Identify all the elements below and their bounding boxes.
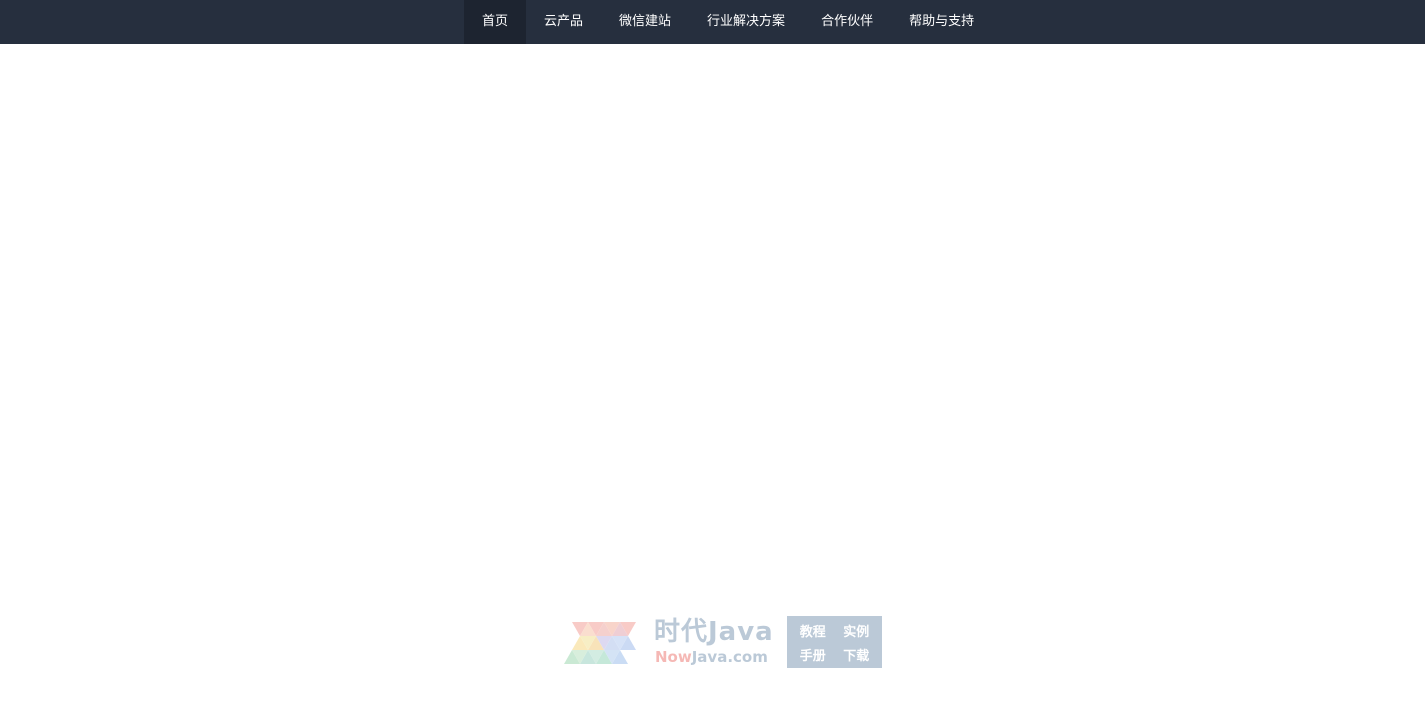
triangle-logo-icon [564,622,636,664]
nav-item-home[interactable]: 首页 [464,0,527,44]
top-navigation-bar: 首页 云产品 微信建站 行业解决方案 合作伙伴 帮助与支持 [0,0,1425,44]
nav-menu: 首页 云产品 微信建站 行业解决方案 合作伙伴 帮助与支持 [464,0,992,44]
nav-item-wechat-site[interactable]: 微信建站 [601,0,689,44]
watermark-title: 时代Java [654,617,774,647]
nav-item-help-support[interactable]: 帮助与支持 [891,0,992,44]
watermark-url-highlight: Now [655,648,692,666]
nav-item-industry-solutions[interactable]: 行业解决方案 [689,0,803,44]
watermark-tag-tutorials: 教程 [799,624,826,640]
watermark-url: NowJava.com [655,648,768,666]
watermark-tag-manuals: 手册 [799,648,826,664]
watermark-tag-box: 教程 实例 手册 下载 [787,616,882,668]
nav-item-cloud-products[interactable]: 云产品 [526,0,601,44]
watermark-tag-downloads: 下载 [843,648,870,664]
site-watermark: 时代Java NowJava.com 教程 实例 手册 下载 [558,616,883,668]
watermark-tag-examples: 实例 [843,624,870,640]
watermark-url-rest: Java.com [691,648,768,666]
nav-item-partners[interactable]: 合作伙伴 [803,0,891,44]
